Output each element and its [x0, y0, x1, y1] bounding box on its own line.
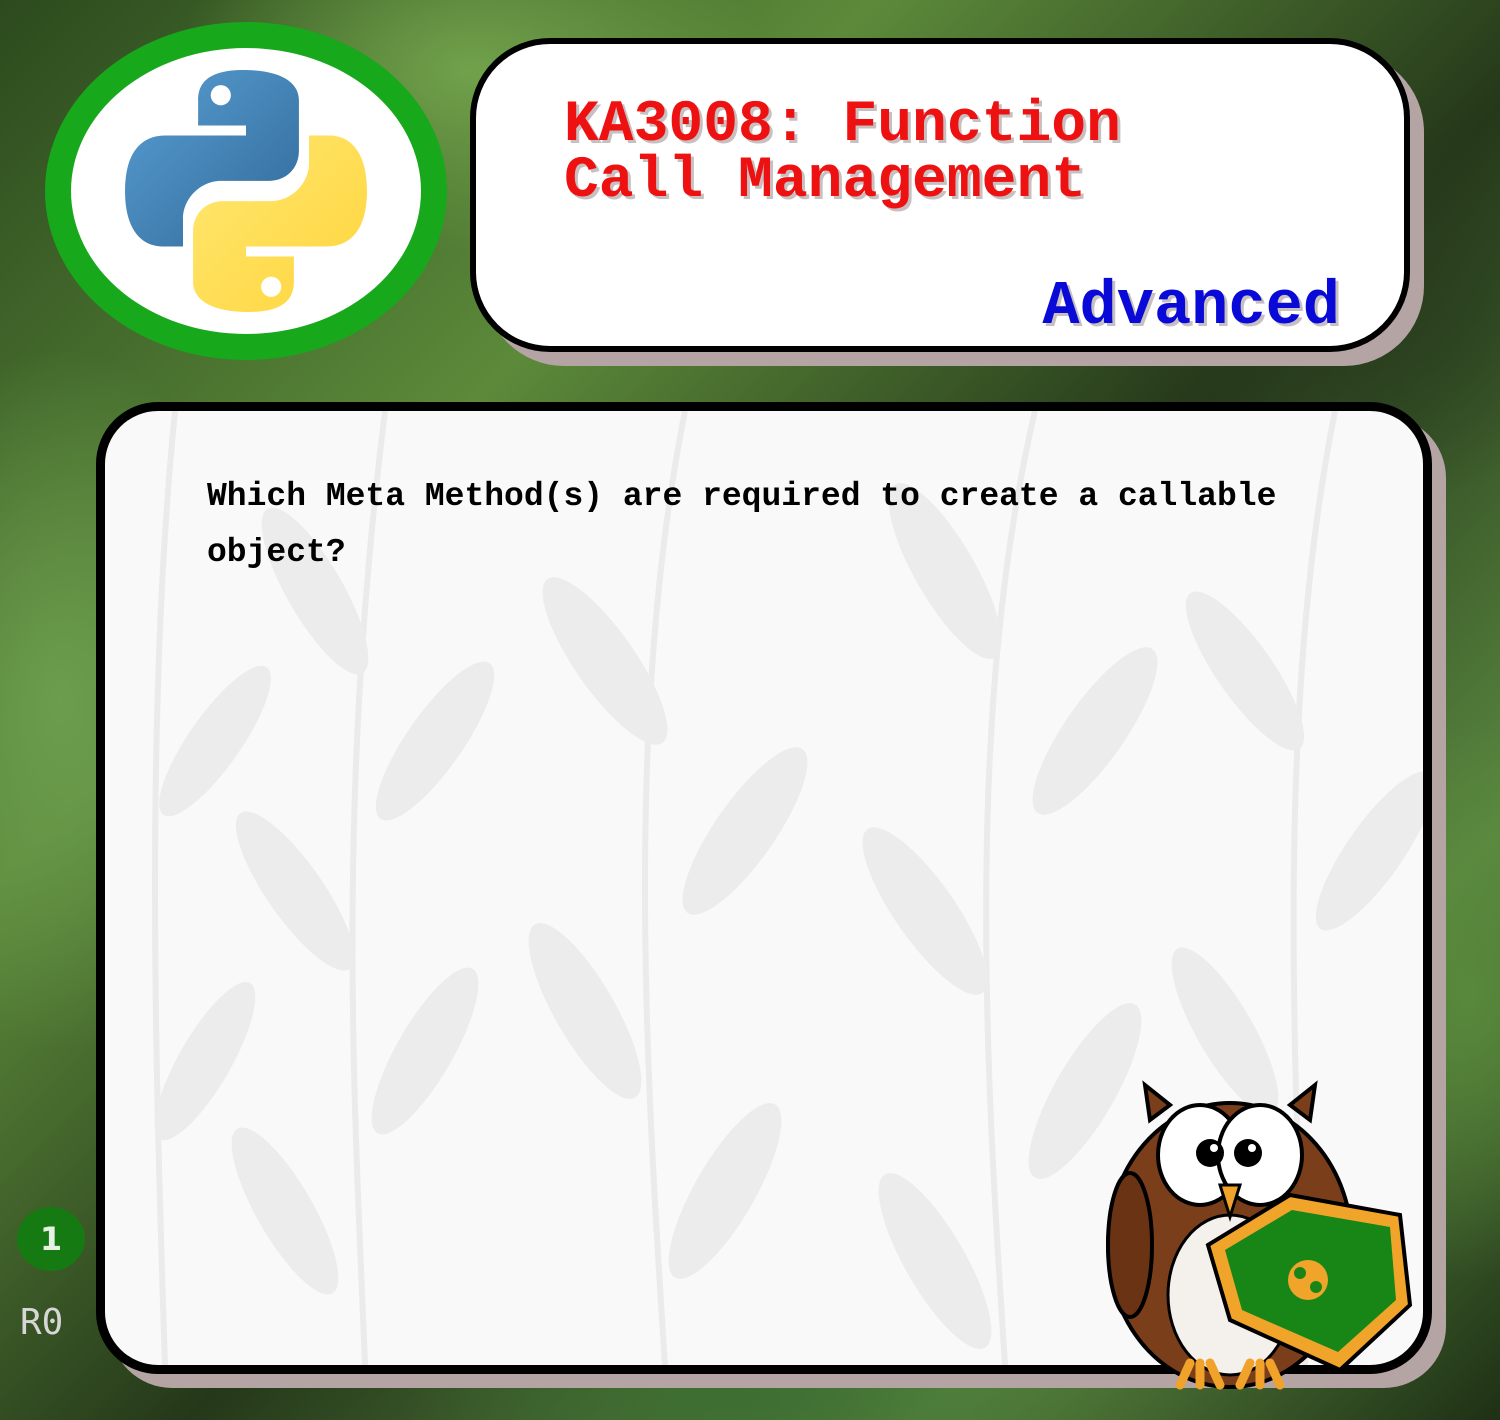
owl-mascot-icon	[1106, 1080, 1413, 1390]
lesson-title: KA3008: Function Call Management	[564, 93, 1121, 214]
difficulty-level: Advanced	[1042, 271, 1340, 342]
title-panel: KA3008: Function Call Management Advance…	[470, 38, 1410, 352]
logo-badge	[45, 22, 447, 360]
question-text: Which Meta Method(s) are required to cre…	[207, 478, 1277, 571]
page-number-badge: 1	[17, 1207, 85, 1271]
python-logo-icon	[125, 70, 367, 312]
revision-label: R0	[20, 1302, 64, 1343]
